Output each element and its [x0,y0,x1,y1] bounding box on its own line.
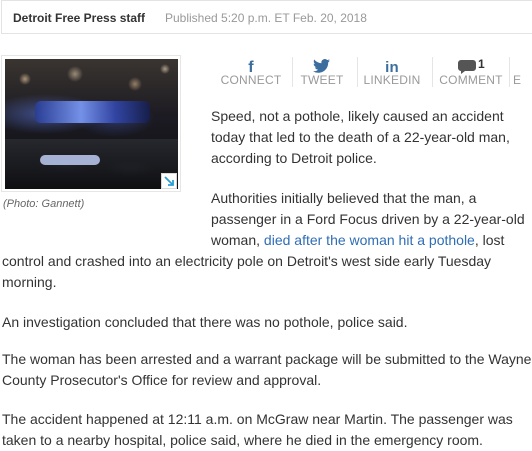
share-twitter-button[interactable]: TWEET [295,55,349,93]
pothole-story-link[interactable]: died after the woman hit a pothole [264,232,475,248]
share-twitter-label: TWEET [300,73,344,87]
share-divider [292,57,293,87]
paragraph-line: The accident happened at 12:11 a.m. on M… [2,411,513,427]
paragraph-line: The woman has been arrested and a warran… [2,351,532,367]
paragraph-line: , lost [474,232,505,248]
paragraph-line: woman, [211,232,264,248]
expand-arrow-icon [164,176,174,186]
paragraph-line: morning. [2,274,57,290]
article-photo[interactable] [5,59,178,189]
expand-photo-button[interactable] [161,173,177,189]
comment-button[interactable]: 1 COMMENT [438,55,504,93]
comment-count: 1 [478,57,485,71]
share-divider [432,57,433,87]
paragraph-line: according to Detroit police. [211,150,377,166]
article-paragraph-1: Speed, not a pothole, likely caused an a… [211,106,531,169]
article-paragraph-3: An investigation concluded that there wa… [2,314,408,330]
share-linkedin-button[interactable]: in LINKEDIN [361,55,423,93]
article-paragraph-4: The woman has been arrested and a warran… [2,349,532,391]
paragraph-line: taken to a nearby hospital, police said,… [2,432,483,448]
article-paragraph-2-continued: control and crashed into an electricity … [2,251,532,293]
share-facebook-button[interactable]: f CONNECT [219,55,283,93]
article-paragraph-2: Authorities initially believed that the … [211,188,532,251]
paragraph-line: Speed, not a pothole, likely caused an a… [211,108,504,124]
share-linkedin-label: LINKEDIN [363,73,421,87]
paragraph-line: control and crashed into an electricity … [2,253,492,269]
light-reflection [40,155,100,165]
paragraph-line: Authorities initially believed that the … [211,190,477,206]
article-photo-frame[interactable] [1,55,181,192]
comment-label: COMMENT [439,73,503,87]
paragraph-line: today that led to the death of a 22-year… [211,129,510,145]
share-bar: f CONNECT TWEET in LINKEDIN 1 COMMENT E [205,55,532,95]
share-email-label: E [513,73,522,87]
paragraph-line: County Prosecutor's Office for review an… [2,372,322,388]
byline-bar: Detroit Free Press staff Published 5:20 … [1,0,532,34]
paragraph-line: passenger in a Ford Focus driven by a 22… [211,211,525,227]
byline-author[interactable]: Detroit Free Press staff [13,11,145,25]
police-lightbar [35,101,150,123]
share-email-button[interactable]: E [513,55,532,93]
byline-published-date: Published 5:20 p.m. ET Feb. 20, 2018 [165,11,367,25]
share-divider [357,57,358,87]
photo-caption: (Photo: Gannett) [3,198,85,210]
share-facebook-label: CONNECT [220,73,282,87]
share-divider [509,57,510,87]
article-paragraph-5: The accident happened at 12:11 a.m. on M… [2,409,532,451]
